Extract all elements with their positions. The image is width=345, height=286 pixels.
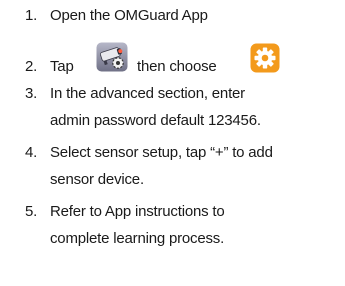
step-text: admin password default 123456.: [50, 112, 261, 129]
step-text: Refer to App instructions to: [50, 203, 225, 220]
step-text-tap: Tap: [50, 58, 74, 75]
step-text: In the advanced section, enter: [50, 85, 245, 102]
step-text: Open the OMGuard App: [50, 7, 208, 24]
step-number: 4.: [25, 144, 38, 161]
step-text: Select sensor setup, tap “+” to add: [50, 144, 273, 161]
camera-app-icon: [96, 42, 128, 72]
step-number: 2.: [25, 58, 38, 75]
step-text: complete learning process.: [50, 230, 225, 247]
step-text: sensor device.: [50, 171, 144, 188]
step-text-then: then choose: [137, 58, 217, 75]
step-number: 3.: [25, 85, 38, 102]
step-number: 5.: [25, 203, 38, 220]
instruction-steps: 1. Open the OMGuard App 2. Tap then choo…: [0, 0, 345, 286]
step-number: 1.: [25, 7, 38, 24]
settings-gear-icon: [250, 43, 280, 73]
